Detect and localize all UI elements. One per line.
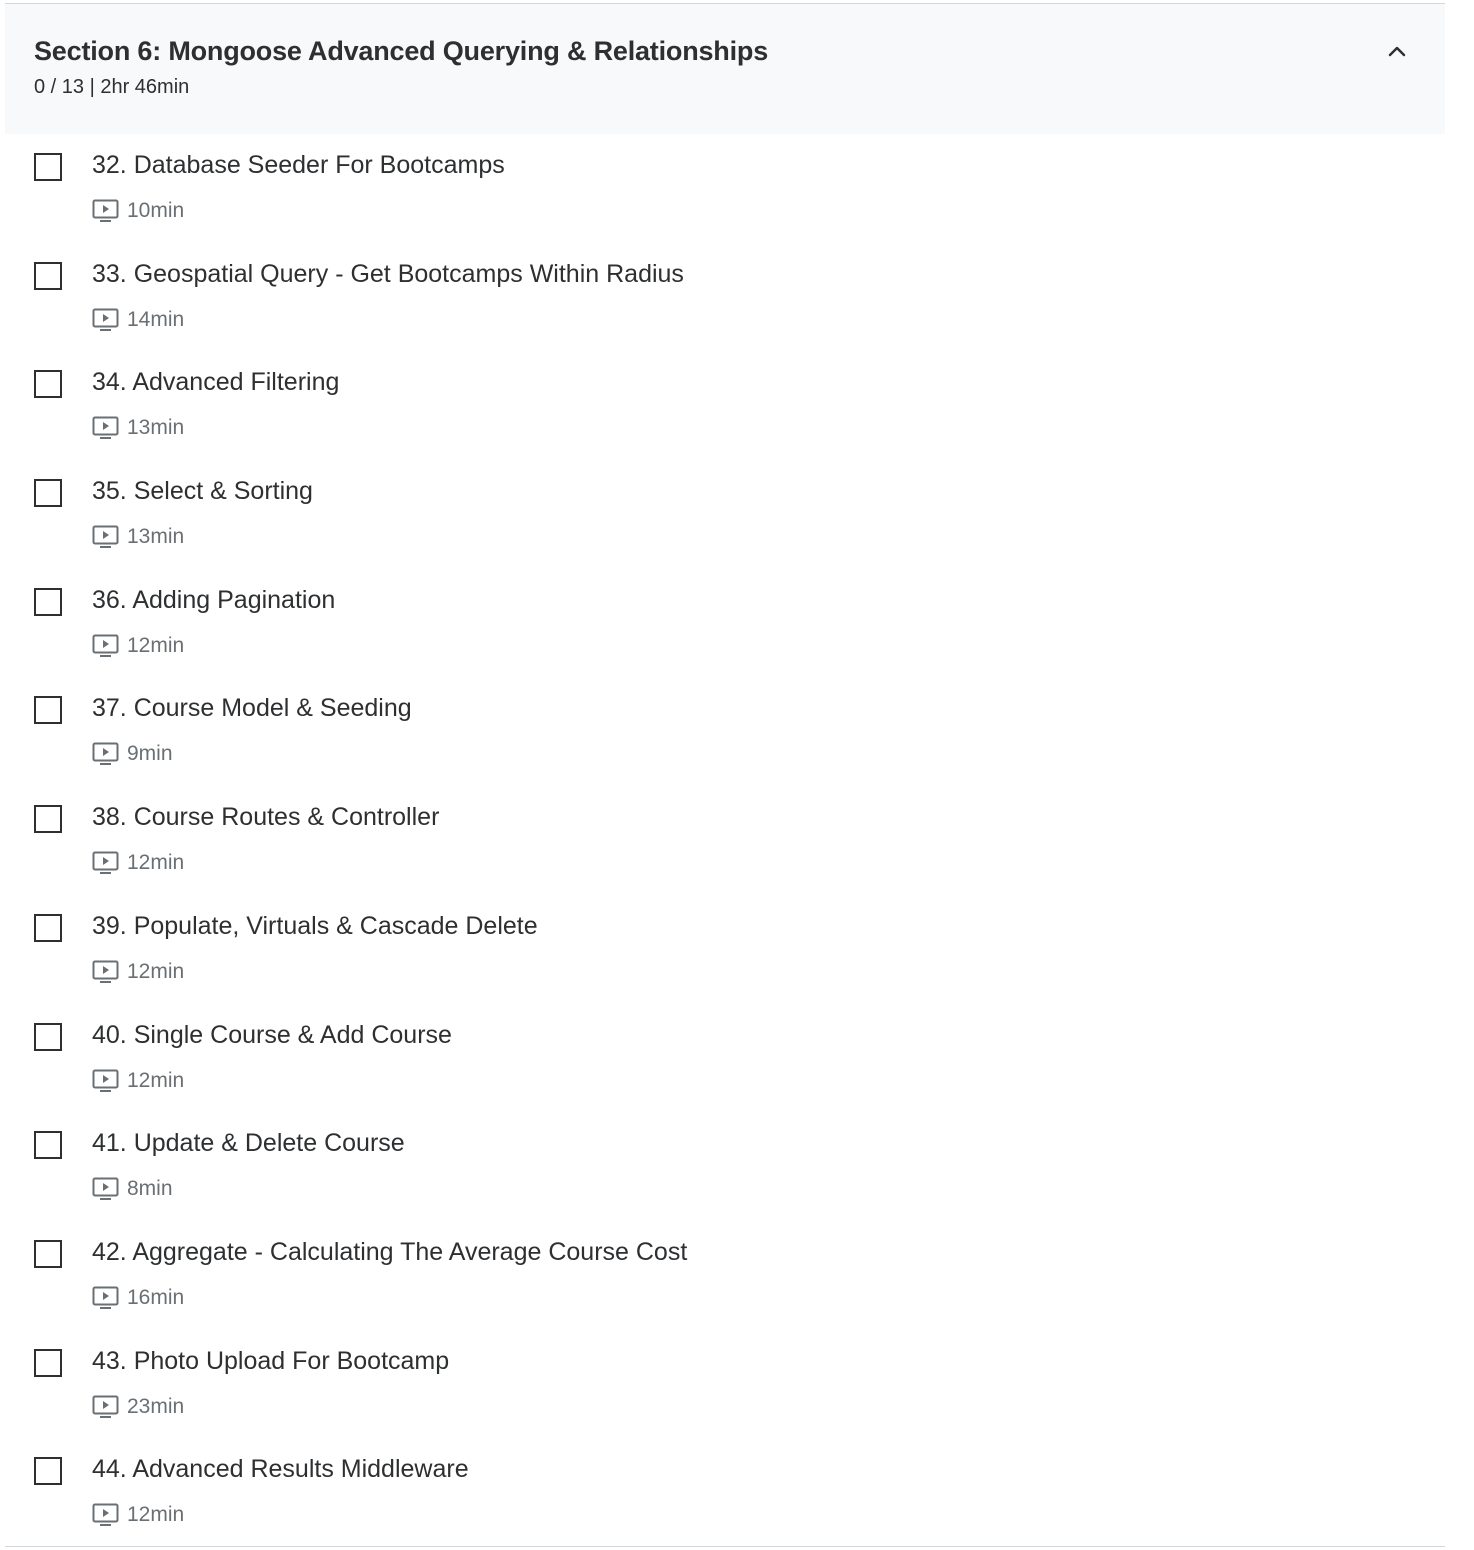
lecture-title: 39. Populate, Virtuals & Cascade Delete — [92, 911, 538, 940]
lecture-title: 43. Photo Upload For Bootcamp — [92, 1346, 450, 1375]
video-icon — [92, 851, 119, 875]
video-icon — [92, 199, 119, 222]
lecture-meta: 14min — [92, 306, 184, 334]
lecture-title: 35. Select & Sorting — [92, 477, 313, 506]
lecture-item[interactable]: 38. Course Routes & Controller 12min — [5, 786, 1445, 895]
lecture-title: 42. Aggregate - Calculating The Average … — [92, 1237, 688, 1266]
lecture-complete-checkbox[interactable] — [34, 1457, 62, 1486]
lecture-complete-checkbox[interactable] — [34, 479, 62, 508]
lecture-complete-checkbox[interactable] — [34, 696, 62, 725]
lecture-duration: 8min — [127, 1177, 173, 1201]
lecture-duration: 23min — [127, 1394, 185, 1418]
lecture-complete-checkbox[interactable] — [34, 1239, 62, 1268]
lecture-complete-checkbox[interactable] — [34, 261, 62, 290]
lecture-duration: 10min — [127, 199, 185, 222]
lecture-duration: 9min — [127, 742, 173, 766]
video-icon — [92, 525, 119, 549]
lecture-complete-checkbox[interactable] — [34, 1348, 62, 1377]
lecture-duration: 12min — [127, 959, 185, 983]
lecture-meta: 12min — [92, 849, 184, 877]
video-icon — [92, 634, 119, 657]
lecture-item[interactable]: 33. Geospatial Query - Get Bootcamps Wit… — [5, 243, 1445, 352]
lecture-meta: 12min — [92, 1501, 184, 1529]
video-icon — [92, 960, 119, 983]
lecture-list: 32. Database Seeder For Bootcamps 10min … — [5, 134, 1445, 1547]
lecture-complete-checkbox[interactable] — [34, 587, 62, 616]
lecture-title: 36. Adding Pagination — [92, 585, 336, 614]
lecture-title: 37. Course Model & Seeding — [92, 694, 412, 723]
lecture-meta: 10min — [92, 197, 184, 225]
lecture-title: 40. Single Course & Add Course — [92, 1020, 452, 1049]
lecture-complete-checkbox[interactable] — [34, 153, 62, 181]
lecture-item[interactable]: 44. Advanced Results Middleware 12min — [5, 1438, 1445, 1547]
lecture-meta: 8min — [92, 1175, 173, 1203]
video-icon — [92, 1503, 119, 1527]
lecture-meta: 12min — [92, 1067, 184, 1095]
lecture-complete-checkbox[interactable] — [34, 1022, 62, 1051]
video-icon — [92, 1286, 119, 1309]
lecture-meta: 16min — [92, 1284, 184, 1312]
lecture-item[interactable]: 42. Aggregate - Calculating The Average … — [5, 1221, 1445, 1330]
lecture-item[interactable]: 41. Update & Delete Course 8min — [5, 1112, 1445, 1221]
lecture-complete-checkbox[interactable] — [34, 370, 62, 399]
lecture-duration: 13min — [127, 416, 185, 440]
lecture-complete-checkbox[interactable] — [34, 1131, 62, 1160]
lecture-item[interactable]: 35. Select & Sorting 13min — [5, 460, 1445, 569]
section-progress: 0 / 13 | 2hr 46min — [34, 76, 190, 98]
video-icon — [92, 742, 119, 766]
lecture-meta: 12min — [92, 632, 184, 660]
lecture-meta: 23min — [92, 1393, 184, 1421]
video-icon — [92, 1177, 119, 1201]
lecture-duration: 12min — [127, 1068, 185, 1092]
video-icon — [92, 1395, 119, 1418]
lecture-item[interactable]: 36. Adding Pagination 12min — [5, 569, 1445, 678]
lecture-meta: 9min — [92, 740, 173, 768]
lecture-duration: 14min — [127, 307, 185, 331]
lecture-title: 41. Update & Delete Course — [92, 1129, 405, 1158]
lecture-title: 33. Geospatial Query - Get Bootcamps Wit… — [92, 259, 684, 288]
lecture-duration: 12min — [127, 851, 185, 875]
lecture-title: 44. Advanced Results Middleware — [92, 1455, 469, 1484]
lecture-item[interactable]: 40. Single Course & Add Course 12min — [5, 1004, 1445, 1113]
lecture-title: 38. Course Routes & Controller — [92, 803, 440, 832]
lecture-meta: 13min — [92, 414, 184, 442]
section-title: Section 6: Mongoose Advanced Querying & … — [34, 36, 769, 66]
lecture-title: 34. Advanced Filtering — [92, 368, 340, 397]
lecture-item[interactable]: 34. Advanced Filtering 13min — [5, 351, 1445, 460]
lecture-complete-checkbox[interactable] — [34, 805, 62, 834]
lecture-duration: 12min — [127, 1503, 185, 1527]
lecture-item[interactable]: 32. Database Seeder For Bootcamps 10min — [5, 134, 1445, 243]
lecture-item[interactable]: 39. Populate, Virtuals & Cascade Delete … — [5, 895, 1445, 1004]
lecture-duration: 16min — [127, 1285, 185, 1309]
lecture-duration: 12min — [127, 633, 185, 657]
course-section: Section 6: Mongoose Advanced Querying & … — [5, 3, 1445, 1547]
lecture-meta: 13min — [92, 523, 184, 551]
video-icon — [92, 308, 119, 331]
lecture-item[interactable]: 37. Course Model & Seeding 9min — [5, 677, 1445, 786]
lecture-title: 32. Database Seeder For Bootcamps — [92, 151, 505, 179]
video-icon — [92, 1069, 119, 1092]
lecture-item[interactable]: 43. Photo Upload For Bootcamp 23min — [5, 1330, 1445, 1439]
chevron-up-icon[interactable] — [1385, 40, 1409, 64]
lecture-meta: 12min — [92, 958, 184, 986]
video-icon — [92, 416, 119, 440]
lecture-complete-checkbox[interactable] — [34, 913, 62, 942]
section-header[interactable]: Section 6: Mongoose Advanced Querying & … — [5, 4, 1445, 134]
lecture-duration: 13min — [127, 525, 185, 549]
